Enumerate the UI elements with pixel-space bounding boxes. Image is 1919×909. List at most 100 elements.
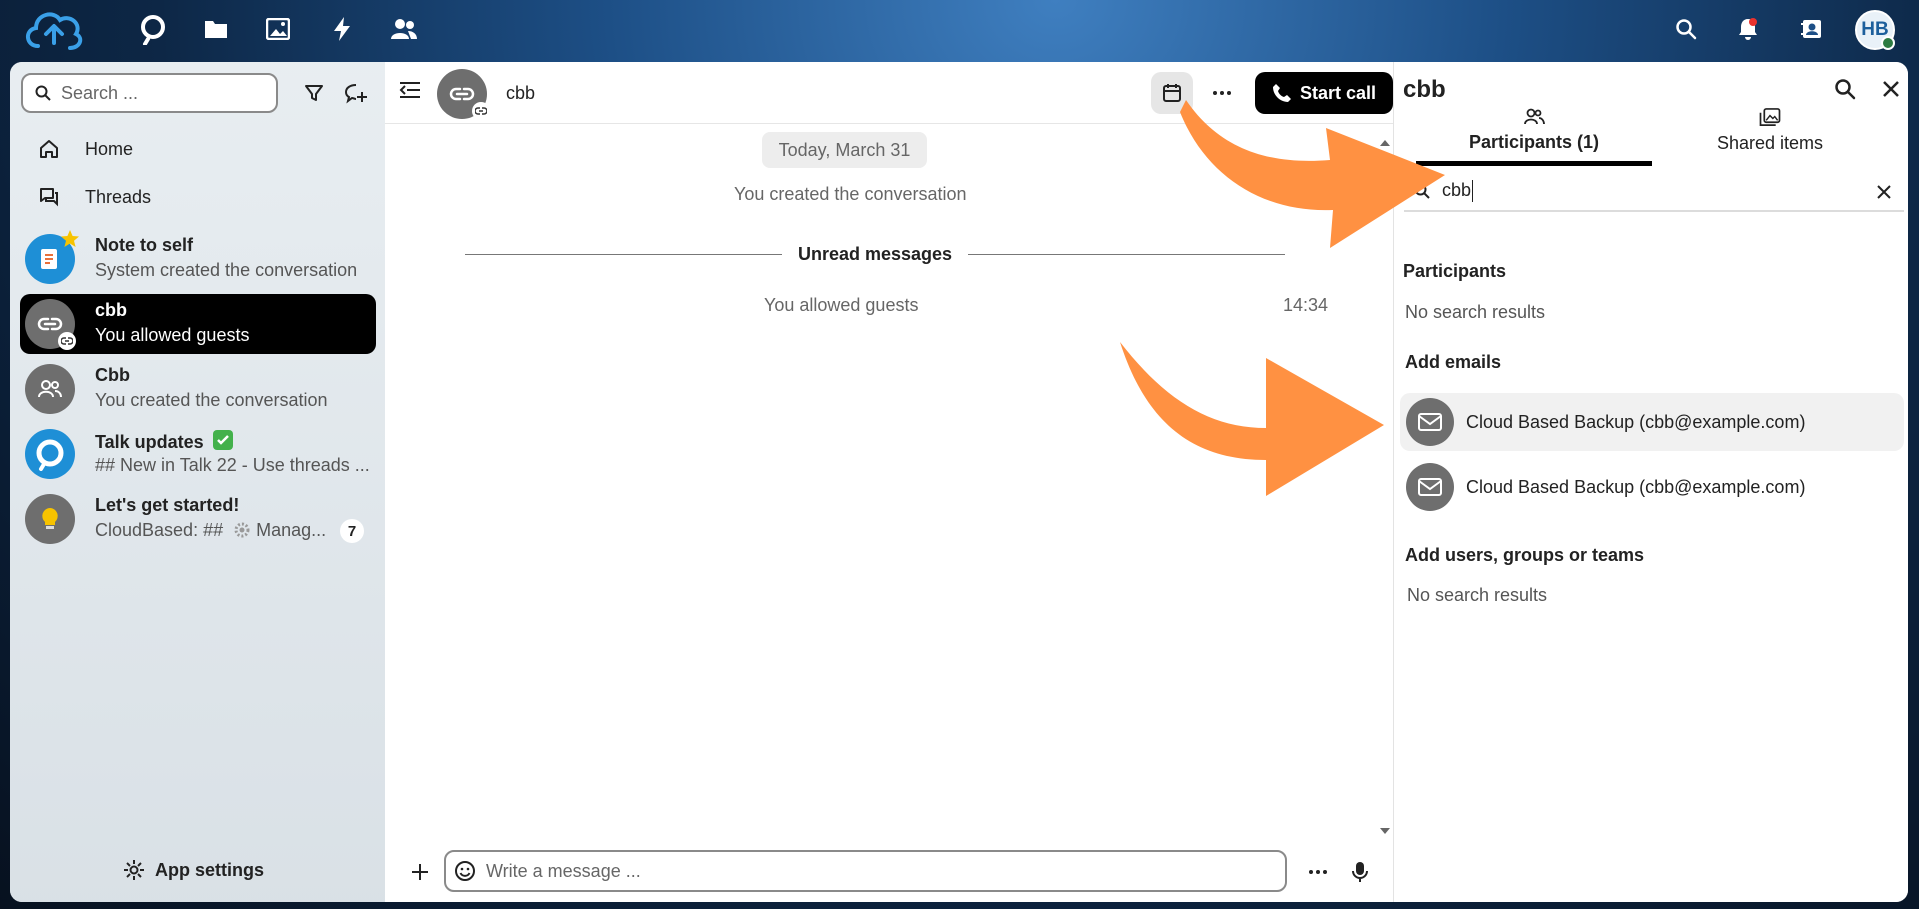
- conversation-search[interactable]: [21, 73, 278, 113]
- favorite-star-icon: [61, 230, 79, 247]
- activity-icon[interactable]: [325, 12, 359, 46]
- conversation-last-message: ## New in Talk 22 - Use threads ...: [95, 455, 370, 475]
- files-icon[interactable]: [199, 12, 233, 46]
- more-icon: [1309, 870, 1327, 874]
- home-icon: [40, 140, 58, 158]
- close-icon[interactable]: [1882, 80, 1900, 103]
- conversation-item-active[interactable]: cbb You allowed guests: [20, 294, 376, 354]
- search-icon[interactable]: [1669, 12, 1703, 46]
- participant-search[interactable]: cbb: [1404, 172, 1904, 212]
- note-icon: [41, 249, 57, 269]
- participant-search-value[interactable]: cbb: [1442, 180, 1474, 203]
- threads-icon: [40, 188, 58, 207]
- email-suggestion[interactable]: Cloud Based Backup (cbb@example.com): [1400, 393, 1904, 451]
- scroll-up-icon[interactable]: [1379, 134, 1391, 152]
- more-actions-button[interactable]: [1201, 72, 1243, 114]
- nav-home[interactable]: Home: [21, 127, 375, 171]
- plus-icon: [412, 864, 428, 880]
- attach-button[interactable]: [405, 857, 435, 887]
- conversation-name: Let's get started!: [95, 495, 240, 515]
- toggle-sidebar-icon[interactable]: [399, 80, 421, 105]
- participants-icon: [1524, 108, 1545, 125]
- calendar-icon: [1163, 84, 1181, 102]
- cloud-logo-icon[interactable]: [18, 2, 90, 60]
- message-timestamp: 14:34: [1283, 295, 1329, 315]
- email-icon: [1418, 413, 1442, 431]
- participants-empty: No search results: [1405, 302, 1546, 322]
- email-avatar: [1406, 463, 1454, 511]
- new-conversation-button[interactable]: [338, 75, 374, 111]
- users-empty: No search results: [1407, 585, 1548, 605]
- notifications-icon[interactable]: [1731, 12, 1765, 46]
- email-suggestion-label: Cloud Based Backup (cbb@example.com): [1466, 476, 1806, 497]
- unread-messages-label: Unread messages: [797, 243, 953, 264]
- chat-header: cbb Start call: [385, 62, 1393, 124]
- tab-participants[interactable]: Participants (1): [1416, 108, 1652, 166]
- link-icon: [37, 317, 63, 331]
- talk-icon[interactable]: [136, 12, 170, 46]
- add-emails-heading: Add emails: [1405, 352, 1502, 372]
- photos-icon[interactable]: [261, 12, 295, 46]
- panel-title: cbb: [1403, 76, 1446, 103]
- nav-threads[interactable]: Threads: [21, 175, 375, 219]
- contacts-menu-icon[interactable]: [1795, 12, 1829, 46]
- date-separator: Today, March 31: [762, 132, 927, 168]
- unread-count-badge: 7: [340, 519, 364, 543]
- tab-shared-items-label: Shared items: [1716, 133, 1824, 153]
- conversation-last-message: System created the conversation: [95, 260, 358, 280]
- participants-panel: cbb Participants (1) Shared items cbb Pa…: [1393, 62, 1908, 902]
- user-avatar[interactable]: HB: [1855, 10, 1895, 50]
- group-icon: [38, 380, 62, 398]
- phone-icon: [1272, 84, 1291, 102]
- conversation-search-input[interactable]: [61, 82, 261, 104]
- shared-items-icon: [1759, 108, 1781, 126]
- public-link-badge-icon: [472, 102, 490, 120]
- start-call-button[interactable]: Start call: [1255, 72, 1393, 114]
- contacts-icon[interactable]: [387, 12, 421, 46]
- conversation-item[interactable]: Note to self System created the conversa…: [20, 229, 376, 289]
- group-avatar: [25, 364, 75, 414]
- nav-threads-label: Threads: [85, 186, 152, 207]
- conversation-last-message: CloudBased: ## Manag...: [95, 520, 327, 540]
- chat-area: cbb Start call Today, March 31 You creat…: [385, 62, 1393, 902]
- talk-logo-icon: [36, 439, 64, 471]
- email-avatar: [1406, 398, 1454, 446]
- conversation-name: cbb: [95, 300, 128, 320]
- lightbulb-icon: [42, 508, 58, 529]
- conversation-last-message: You created the conversation: [95, 390, 328, 410]
- gear-emoji-icon: [234, 522, 250, 538]
- filter-icon: [305, 85, 323, 101]
- conversation-item[interactable]: Cbb You created the conversation: [20, 359, 376, 419]
- search-icon: [1414, 183, 1430, 199]
- public-link-badge-icon: [58, 332, 76, 350]
- nav-home-label: Home: [85, 138, 134, 159]
- message-input[interactable]: [486, 860, 1266, 882]
- clear-search-icon[interactable]: [1876, 184, 1892, 200]
- tab-participants-label: Participants (1): [1468, 132, 1600, 152]
- email-suggestion-label: Cloud Based Backup (cbb@example.com): [1466, 411, 1806, 432]
- add-users-heading: Add users, groups or teams: [1405, 545, 1645, 565]
- conversation-item[interactable]: Talk updates ## New in Talk 22 - Use thr…: [20, 424, 376, 484]
- conversation-name: Note to self: [95, 235, 194, 255]
- email-suggestion[interactable]: Cloud Based Backup (cbb@example.com): [1400, 458, 1904, 516]
- scroll-down-icon[interactable]: [1379, 822, 1391, 840]
- calendar-button[interactable]: [1151, 72, 1193, 114]
- conversation-last-message: You allowed guests: [95, 325, 250, 345]
- panel-search-icon[interactable]: [1834, 78, 1856, 105]
- conversation-item[interactable]: Let's get started! CloudBased: ## Manag.…: [20, 489, 376, 549]
- filter-button[interactable]: [296, 75, 332, 111]
- composer-more-button[interactable]: [1303, 857, 1333, 887]
- message-composer[interactable]: [444, 850, 1287, 892]
- voice-message-button[interactable]: [1345, 857, 1375, 887]
- more-icon: [1213, 91, 1231, 95]
- conversation-name: Cbb: [95, 365, 130, 385]
- system-message: You created the conversation: [734, 184, 967, 204]
- tab-shared-items[interactable]: Shared items: [1652, 108, 1888, 166]
- app-settings-button[interactable]: App settings: [123, 852, 264, 888]
- microphone-icon: [1352, 862, 1368, 882]
- conversation-sidebar: Home Threads Note to self System created…: [10, 62, 385, 902]
- online-status-icon: [1881, 36, 1895, 50]
- app-settings-label: App settings: [155, 859, 265, 880]
- conversation-title: cbb: [506, 83, 536, 103]
- start-call-label: Start call: [1299, 82, 1377, 103]
